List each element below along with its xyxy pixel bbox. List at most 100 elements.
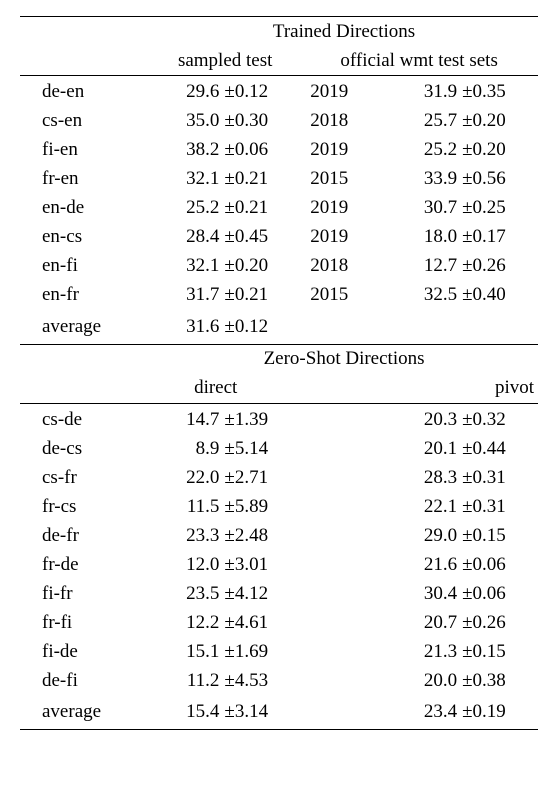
pair-label: fr-fi: [20, 608, 150, 637]
pair-label: en-cs: [20, 223, 150, 252]
sampled-value: 35.0: [150, 107, 223, 136]
official-value: 18.0: [388, 223, 461, 252]
sampled-value: 32.1: [150, 252, 223, 281]
pair-label: cs-fr: [20, 463, 150, 492]
pivot-value: 20.0: [388, 666, 461, 695]
direct-value: 8.9: [150, 434, 223, 463]
pivot-err: ±0.32: [461, 403, 538, 434]
direct-err: ±5.14: [223, 434, 300, 463]
pivot-value: 28.3: [388, 463, 461, 492]
year: 2019: [300, 194, 388, 223]
pair-label: en-fi: [20, 252, 150, 281]
zeroshot-avg-label: average: [20, 695, 150, 730]
direct-err: ±4.53: [223, 666, 300, 695]
pair-label: fi-fr: [20, 579, 150, 608]
direct-value: 12.2: [150, 608, 223, 637]
pivot-err: ±0.15: [461, 637, 538, 666]
zeroshot-avg-pivot-err: ±0.19: [461, 695, 538, 730]
pivot-value: 30.4: [388, 579, 461, 608]
year: 2019: [300, 136, 388, 165]
pivot-value: 21.6: [388, 550, 461, 579]
year: 2019: [300, 76, 388, 107]
sampled-err: ±0.06: [223, 136, 300, 165]
official-err: ±0.56: [461, 165, 538, 194]
sampled-err: ±0.45: [223, 223, 300, 252]
trained-avg-label: average: [20, 310, 150, 345]
year: 2018: [300, 252, 388, 281]
pivot-err: ±0.06: [461, 550, 538, 579]
year: 2015: [300, 165, 388, 194]
direct-err: ±3.01: [223, 550, 300, 579]
pair-label: en-fr: [20, 281, 150, 310]
official-value: 12.7: [388, 252, 461, 281]
zeroshot-avg-direct-value: 15.4: [150, 695, 223, 730]
sampled-err: ±0.21: [223, 194, 300, 223]
pivot-err: ±0.38: [461, 666, 538, 695]
pivot-value: 29.0: [388, 521, 461, 550]
direct-err: ±1.69: [223, 637, 300, 666]
official-err: ±0.25: [461, 194, 538, 223]
sampled-value: 29.6: [150, 76, 223, 107]
official-err: ±0.20: [461, 136, 538, 165]
pair-label: fr-en: [20, 165, 150, 194]
trained-avg-err: ±0.12: [223, 310, 300, 345]
direct-value: 14.7: [150, 403, 223, 434]
official-value: 25.2: [388, 136, 461, 165]
sampled-value: 32.1: [150, 165, 223, 194]
pivot-err: ±0.26: [461, 608, 538, 637]
zeroshot-avg-direct-err: ±3.14: [223, 695, 300, 730]
pair-label: fi-de: [20, 637, 150, 666]
official-value: 31.9: [388, 76, 461, 107]
pair-label: de-en: [20, 76, 150, 107]
pivot-err: ±0.44: [461, 434, 538, 463]
col-pivot: pivot: [388, 374, 538, 404]
pair-label: cs-en: [20, 107, 150, 136]
direct-err: ±5.89: [223, 492, 300, 521]
pair-label: en-de: [20, 194, 150, 223]
direct-err: ±2.48: [223, 521, 300, 550]
official-value: 25.7: [388, 107, 461, 136]
sampled-err: ±0.21: [223, 281, 300, 310]
pivot-value: 20.1: [388, 434, 461, 463]
sampled-err: ±0.21: [223, 165, 300, 194]
sampled-value: 38.2: [150, 136, 223, 165]
pivot-err: ±0.31: [461, 463, 538, 492]
direct-value: 23.5: [150, 579, 223, 608]
pair-label: de-cs: [20, 434, 150, 463]
sampled-value: 31.7: [150, 281, 223, 310]
zeroshot-avg-pivot-value: 23.4: [388, 695, 461, 730]
zeroshot-title: Zero-Shot Directions: [150, 344, 538, 374]
direct-value: 11.5: [150, 492, 223, 521]
pair-label: de-fr: [20, 521, 150, 550]
direct-err: ±4.12: [223, 579, 300, 608]
pivot-value: 20.7: [388, 608, 461, 637]
direct-value: 23.3: [150, 521, 223, 550]
col-direct: direct: [150, 374, 388, 404]
trained-title: Trained Directions: [150, 17, 538, 47]
official-value: 33.9: [388, 165, 461, 194]
direct-value: 11.2: [150, 666, 223, 695]
official-err: ±0.26: [461, 252, 538, 281]
pivot-err: ±0.31: [461, 492, 538, 521]
sampled-err: ±0.20: [223, 252, 300, 281]
col-official: official wmt test sets: [300, 46, 538, 76]
results-table: Trained Directionssampled testofficial w…: [20, 16, 538, 730]
sampled-err: ±0.30: [223, 107, 300, 136]
direct-err: ±1.39: [223, 403, 300, 434]
official-err: ±0.40: [461, 281, 538, 310]
year: 2019: [300, 223, 388, 252]
pivot-err: ±0.15: [461, 521, 538, 550]
pivot-err: ±0.06: [461, 579, 538, 608]
direct-value: 12.0: [150, 550, 223, 579]
pair-label: de-fi: [20, 666, 150, 695]
sampled-value: 28.4: [150, 223, 223, 252]
pair-label: fr-cs: [20, 492, 150, 521]
pivot-value: 22.1: [388, 492, 461, 521]
official-err: ±0.20: [461, 107, 538, 136]
pair-label: fr-de: [20, 550, 150, 579]
pair-label: cs-de: [20, 403, 150, 434]
trained-avg-value: 31.6: [150, 310, 223, 345]
official-err: ±0.35: [461, 76, 538, 107]
sampled-value: 25.2: [150, 194, 223, 223]
direct-err: ±4.61: [223, 608, 300, 637]
